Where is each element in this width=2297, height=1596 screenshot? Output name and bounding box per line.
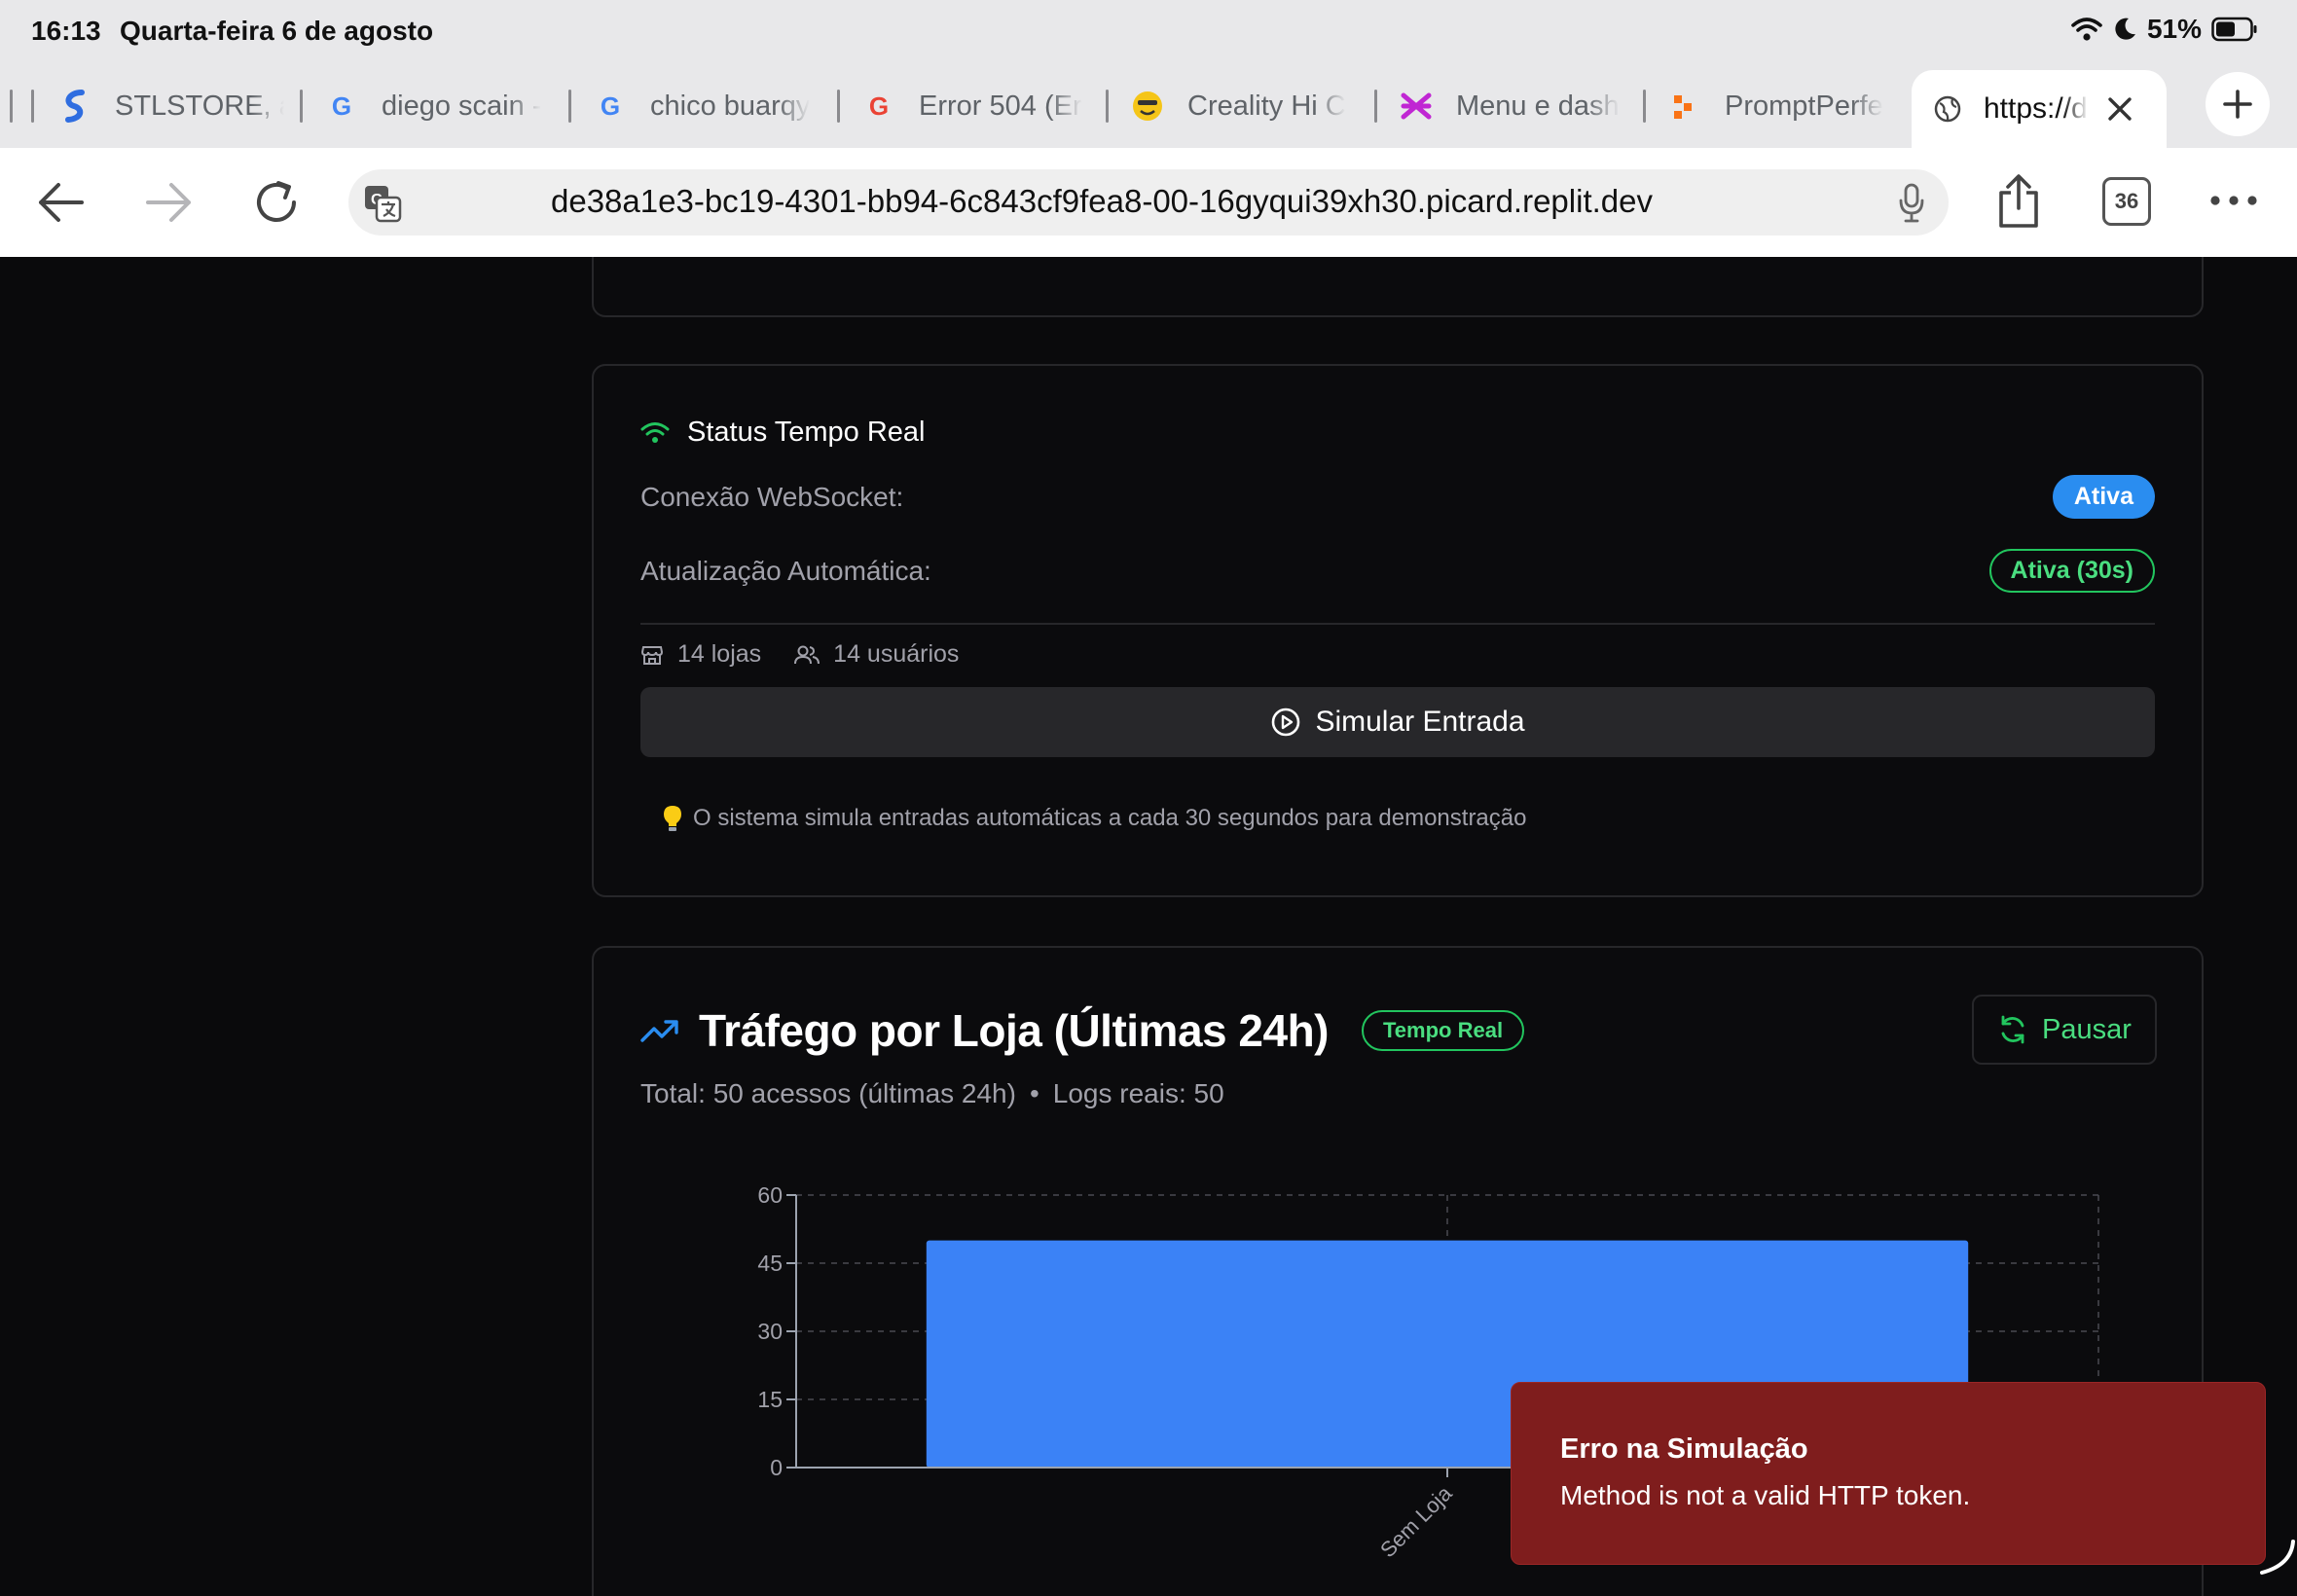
divider	[640, 623, 2155, 625]
y-tick-label: 15	[757, 1387, 783, 1412]
status-card: Status Tempo Real Conexão WebSocket: Ati…	[592, 364, 2204, 897]
tab-separator	[1643, 90, 1646, 123]
users-count: 14 usuários	[833, 640, 960, 668]
google-icon: G	[868, 91, 890, 121]
tab-separator	[568, 90, 571, 123]
tab-separator	[1374, 90, 1377, 123]
tab-separator	[837, 90, 840, 123]
google-icon: G	[331, 91, 352, 121]
forward-icon[interactable]	[144, 181, 195, 224]
wifi-icon	[640, 421, 670, 443]
tab-separator	[1106, 90, 1109, 123]
stats-card-partial	[592, 257, 2204, 317]
google-icon: G	[600, 91, 621, 121]
back-icon[interactable]	[35, 181, 86, 224]
toast-message: Method is not a valid HTTP token.	[1560, 1480, 1971, 1510]
plus-icon	[2223, 90, 2252, 119]
tab-creality[interactable]: Creality Hi C	[1131, 82, 1357, 130]
tab-error-504[interactable]: G Error 504 (Er	[862, 82, 1088, 130]
tab-menu-dash[interactable]: Menu e dash	[1400, 82, 1625, 130]
wifi-icon	[2071, 18, 2102, 41]
close-tab-icon[interactable]	[2106, 95, 2133, 123]
tab-diego-scain[interactable]: G diego scain -	[325, 82, 551, 130]
y-tick-label: 30	[757, 1319, 783, 1344]
address-bar[interactable]: G de38a1e3-bc19-4301-bb94-6c843cf9fea8-0…	[348, 169, 1949, 236]
tab-separator	[10, 90, 13, 123]
play-circle-icon	[1272, 707, 1300, 737]
counts-row: 14 lojas 14 usuários	[640, 640, 959, 669]
lightbulb-icon	[664, 806, 681, 831]
simulation-note: O sistema simula entradas automáticas a …	[662, 804, 1526, 833]
battery-percent: 51%	[2146, 14, 2202, 44]
tab-count-button[interactable]: 36	[2102, 177, 2151, 226]
simulation-note-text: O sistema simula entradas automáticas a …	[693, 805, 1527, 831]
url-text: de38a1e3-bc19-4301-bb94-6c843cf9fea8-00-…	[551, 183, 1653, 219]
browser-toolbar: G de38a1e3-bc19-4301-bb94-6c843cf9fea8-0…	[0, 148, 2297, 257]
tab-active[interactable]: https://de	[1912, 70, 2167, 148]
date: Quarta-feira 6 de agosto	[120, 16, 434, 46]
tab-chico-buarque[interactable]: G chico buarqy	[594, 82, 820, 130]
stores-count: 14 lojas	[677, 640, 762, 668]
simulate-entry-button[interactable]: Simular Entrada	[640, 687, 2155, 757]
moon-icon	[2115, 18, 2135, 40]
y-tick-label: 45	[757, 1251, 783, 1276]
error-toast[interactable]: Erro na Simulação Method is not a valid …	[1511, 1382, 2266, 1565]
status-indicators: 51%	[2071, 14, 2258, 45]
tab-separator	[31, 90, 34, 123]
users-icon	[794, 645, 820, 664]
smiley-icon	[1131, 90, 1164, 123]
websocket-row: Conexão WebSocket: Ativa	[640, 475, 2155, 519]
active-tab-label: https://de	[1984, 92, 2089, 125]
x-tick-label: Sem Loja	[1375, 1480, 1457, 1562]
store-icon	[640, 645, 664, 665]
share-icon[interactable]	[1995, 173, 2042, 230]
battery-icon	[2211, 17, 2257, 42]
tab-stlstore[interactable]: STLSTORE, a	[58, 82, 284, 130]
auto-update-status-badge: Ativa (30s)	[1988, 549, 2155, 593]
promptperfect-icon	[1668, 90, 1701, 123]
status-bar: 16:13 Quarta-feira 6 de agosto 51%	[0, 0, 2297, 62]
status-card-header: Status Tempo Real	[640, 417, 926, 449]
reload-icon[interactable]	[251, 177, 302, 228]
figma-icon	[1400, 90, 1433, 123]
globe-icon	[1934, 95, 1961, 123]
tab-promptperfect[interactable]: PromptPerfe	[1668, 82, 1894, 130]
new-tab-button[interactable]	[2206, 72, 2270, 136]
simulate-entry-label: Simular Entrada	[1315, 706, 1525, 738]
tab-separator	[300, 90, 303, 123]
websocket-label: Conexão WebSocket:	[640, 481, 904, 512]
websocket-status-badge: Ativa	[2052, 475, 2155, 519]
y-tick-label: 0	[770, 1455, 783, 1480]
auto-update-row: Atualização Automática: Ativa (30s)	[640, 549, 2155, 593]
microphone-icon[interactable]	[1898, 183, 1925, 224]
tab-count: 36	[2114, 189, 2139, 213]
translate-icon[interactable]: G	[362, 183, 403, 224]
clock: 16:13	[31, 16, 101, 46]
toast-title: Erro na Simulação	[1560, 1433, 1808, 1465]
stlstore-logo-icon	[58, 90, 91, 123]
status-card-title: Status Tempo Real	[687, 417, 926, 448]
more-icon[interactable]	[2209, 195, 2258, 206]
auto-update-label: Atualização Automática:	[640, 555, 931, 586]
y-tick-label: 60	[757, 1182, 783, 1208]
